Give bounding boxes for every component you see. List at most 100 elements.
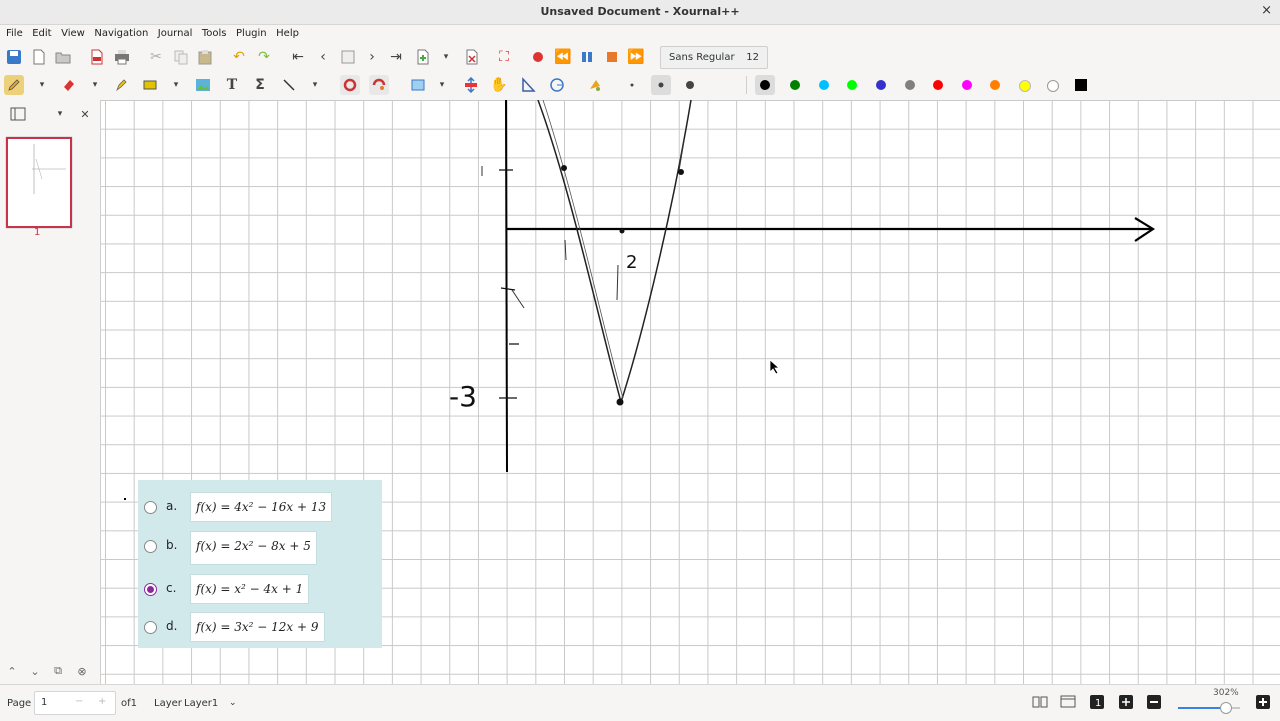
vertical-space-icon[interactable]: [461, 75, 481, 95]
status-bar: Page 1 − + of1 Layer Layer1 ⌄ 1 302%: [0, 684, 1280, 721]
zoom-out-icon[interactable]: [1144, 692, 1164, 712]
goto-page-icon[interactable]: [338, 47, 358, 67]
menu-bar: File Edit View Navigation Journal Tools …: [0, 25, 1280, 44]
compass-icon[interactable]: [547, 75, 567, 95]
color-orange-swatch[interactable]: [990, 80, 1000, 90]
move-page-up-icon[interactable]: ⌃: [2, 661, 22, 681]
color-green-swatch[interactable]: [790, 80, 800, 90]
eraser-dropdown-icon[interactable]: ▾: [85, 75, 105, 95]
zoom-in-icon[interactable]: [1253, 692, 1273, 712]
zoom-fit-icon[interactable]: [1116, 692, 1136, 712]
text-tool-icon[interactable]: T: [222, 75, 242, 95]
insert-page-icon[interactable]: [413, 47, 433, 67]
zoom-100-icon[interactable]: 1: [1087, 692, 1107, 712]
font-selector[interactable]: Sans Regular 12: [660, 46, 768, 69]
zoom-slider-handle[interactable]: [1220, 702, 1232, 714]
pen-dropdown-icon[interactable]: ▾: [32, 75, 52, 95]
select-rect-dropdown-icon[interactable]: ▾: [432, 75, 452, 95]
option-d-radio[interactable]: [144, 621, 157, 634]
layer-selector[interactable]: Layer1: [184, 698, 218, 709]
thick-stroke-icon[interactable]: [680, 75, 700, 95]
insert-page-dropdown-icon[interactable]: ▾: [436, 47, 456, 67]
menu-view[interactable]: View: [61, 25, 85, 42]
color-red-swatch[interactable]: [933, 80, 943, 90]
menu-help[interactable]: Help: [276, 25, 299, 42]
color-lightblue-swatch[interactable]: [819, 80, 829, 90]
page-decrement-icon[interactable]: −: [75, 696, 83, 707]
undo-icon[interactable]: ↶: [229, 47, 249, 67]
select-region-icon[interactable]: [140, 75, 160, 95]
delete-page-icon[interactable]: [462, 47, 482, 67]
page-number-input[interactable]: 1: [41, 697, 47, 708]
presentation-mode-icon[interactable]: [1058, 692, 1078, 712]
tools-toolbar: ▾ ▾ ▾ T Σ ▾ ▾ ✋: [0, 72, 1280, 98]
shape-recognizer-icon[interactable]: [340, 75, 360, 95]
menu-edit[interactable]: Edit: [32, 25, 51, 42]
page-increment-icon[interactable]: +: [98, 696, 106, 707]
menu-journal[interactable]: Journal: [158, 25, 193, 42]
layer-dropdown-icon[interactable]: ⌄: [229, 698, 237, 708]
medium-stroke-icon[interactable]: [651, 75, 671, 95]
snap-to-grid-icon[interactable]: [369, 75, 389, 95]
color-lime-swatch[interactable]: [847, 80, 857, 90]
sidebar-close-icon[interactable]: ✕: [75, 104, 95, 124]
select-rectangle-icon[interactable]: [408, 75, 428, 95]
setsquare-icon[interactable]: [518, 75, 538, 95]
shape-dropdown-icon[interactable]: ▾: [305, 75, 325, 95]
open-folder-icon[interactable]: [53, 47, 73, 67]
next-page-icon[interactable]: ›: [362, 47, 382, 67]
export-pdf-icon[interactable]: [87, 47, 107, 67]
zoom-level: 302%: [1213, 688, 1239, 698]
color-magenta-swatch[interactable]: [962, 80, 972, 90]
ruler-tool-icon[interactable]: [279, 75, 299, 95]
page-thumbnail[interactable]: [6, 137, 72, 228]
record-icon[interactable]: [528, 47, 548, 67]
sidebar-view-icon[interactable]: [8, 104, 28, 124]
close-window-button[interactable]: ×: [1261, 3, 1272, 18]
color-picker-icon[interactable]: [718, 75, 738, 95]
color-yellow-swatch[interactable]: [1019, 80, 1031, 92]
color-gray-swatch[interactable]: [905, 80, 915, 90]
hand-tool-icon[interactable]: ✋: [489, 75, 509, 95]
new-document-icon[interactable]: [29, 47, 49, 67]
current-color-icon[interactable]: [1071, 75, 1091, 95]
eraser-tool-icon[interactable]: [59, 75, 79, 95]
menu-navigation[interactable]: Navigation: [94, 25, 148, 42]
sidebar-dropdown-icon[interactable]: ▾: [50, 104, 70, 124]
move-page-down-icon[interactable]: ⌄: [25, 661, 45, 681]
option-a-radio[interactable]: [144, 501, 157, 514]
highlighter-tool-icon[interactable]: [111, 75, 131, 95]
color-black-swatch[interactable]: [755, 75, 775, 95]
first-page-icon[interactable]: ⇤: [288, 47, 308, 67]
menu-plugin[interactable]: Plugin: [236, 25, 267, 42]
page-spinner[interactable]: 1 − +: [34, 691, 116, 715]
menu-file[interactable]: File: [6, 25, 23, 42]
dual-page-icon[interactable]: [1030, 692, 1050, 712]
cut-icon[interactable]: ✂: [146, 47, 166, 67]
pause-icon[interactable]: [577, 47, 597, 67]
latex-tool-icon[interactable]: Σ: [250, 75, 270, 95]
redo-icon[interactable]: ↷: [254, 47, 274, 67]
last-page-icon[interactable]: ⇥: [386, 47, 406, 67]
fast-forward-icon[interactable]: ⏩: [626, 47, 646, 67]
select-dropdown-icon[interactable]: ▾: [166, 75, 186, 95]
menu-tools[interactable]: Tools: [202, 25, 227, 42]
option-c-radio[interactable]: [144, 583, 157, 596]
pen-tool-icon[interactable]: [4, 75, 24, 95]
thin-stroke-icon[interactable]: [622, 75, 642, 95]
paste-icon[interactable]: [195, 47, 215, 67]
stop-icon[interactable]: [602, 47, 622, 67]
fullscreen-icon[interactable]: ⛶: [494, 47, 514, 67]
option-b-radio[interactable]: [144, 540, 157, 553]
previous-page-icon[interactable]: ‹: [313, 47, 333, 67]
rewind-icon[interactable]: ⏪: [553, 47, 573, 67]
copy-icon[interactable]: [171, 47, 191, 67]
print-icon[interactable]: [112, 47, 132, 67]
fill-tool-icon[interactable]: [585, 75, 605, 95]
color-blue-swatch[interactable]: [876, 80, 886, 90]
delete-page-sidebar-icon[interactable]: ⊗: [72, 661, 92, 681]
image-tool-icon[interactable]: [193, 75, 213, 95]
copy-page-icon[interactable]: ⧉: [48, 661, 68, 681]
save-icon[interactable]: [4, 47, 24, 67]
color-white-swatch[interactable]: [1047, 80, 1059, 92]
